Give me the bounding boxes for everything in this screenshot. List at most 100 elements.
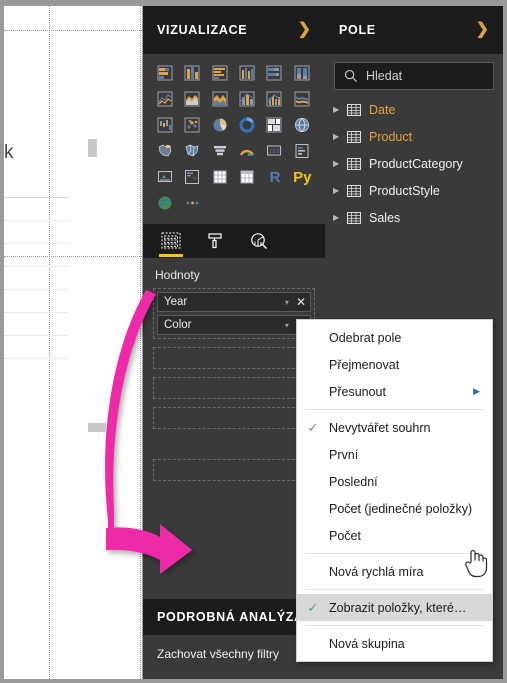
fields-table-list: ▶ Date ▶ Product ▶ ProductCategory ▶ Pro…: [325, 96, 503, 231]
menu-item-label: Počet (jedinečné položky): [329, 501, 473, 516]
field-table-productcategory[interactable]: ▶ ProductCategory: [325, 150, 503, 177]
chevron-right-icon[interactable]: ❯: [298, 22, 311, 38]
field-table-date[interactable]: ▶ Date: [325, 96, 503, 123]
viz-clustered-bar-chart[interactable]: [208, 62, 233, 84]
visual-resize-handle[interactable]: [88, 139, 97, 157]
field-table-productstyle[interactable]: ▶ ProductStyle: [325, 177, 503, 204]
viz-ribbon-chart[interactable]: [290, 88, 315, 110]
search-input[interactable]: Hledat: [334, 62, 494, 90]
viz-stacked-area-chart[interactable]: [208, 88, 233, 110]
viz-stacked-column-chart[interactable]: [180, 62, 205, 84]
viz-multi-row-card[interactable]: [290, 140, 315, 162]
visual-title: ní rok: [4, 142, 14, 163]
viz-r-script-visual[interactable]: R: [262, 166, 287, 188]
viz-area-chart[interactable]: [180, 88, 205, 110]
chevron-right-icon[interactable]: ▶: [333, 132, 347, 141]
menu-separator: [305, 553, 484, 554]
viz-filled-map[interactable]: [153, 140, 178, 162]
r-icon: R: [269, 168, 281, 186]
viz-line-chart[interactable]: [153, 88, 178, 110]
visualization-gallery: 123 R Py: [143, 54, 325, 220]
well-dropzone[interactable]: [153, 407, 315, 429]
menu-item-label: První: [329, 447, 359, 462]
viz-matrix[interactable]: [235, 166, 260, 188]
menu-item-last[interactable]: Poslední: [297, 468, 492, 495]
field-context-menu[interactable]: Odebrat pole Přejmenovat Přesunout ▶ ✓ N…: [296, 319, 493, 662]
viz-line-clustered-column-chart[interactable]: [262, 88, 287, 110]
chevron-right-icon[interactable]: ▶: [333, 159, 347, 168]
menu-item-rename[interactable]: Přejmenovat: [297, 351, 492, 378]
viz-table[interactable]: [208, 166, 233, 188]
viz-kpi[interactable]: [153, 166, 178, 188]
viz-stacked-bar-chart[interactable]: [153, 62, 178, 84]
table-icon: [347, 157, 361, 170]
field-table-product[interactable]: ▶ Product: [325, 123, 503, 150]
viz-funnel-chart[interactable]: [208, 140, 233, 162]
viz-donut-chart[interactable]: [235, 114, 260, 136]
search-icon: [344, 69, 358, 83]
table-row: d: [4, 267, 69, 290]
viz-gauge-chart[interactable]: [235, 140, 260, 162]
menu-item-count-distinct[interactable]: Počet (jedinečné položky): [297, 495, 492, 522]
viz-pct-stacked-bar-chart[interactable]: [262, 62, 287, 84]
viz-get-more-visuals[interactable]: [180, 192, 205, 214]
field-chip-year[interactable]: Year ▾ ✕: [157, 292, 311, 312]
remove-field-icon[interactable]: ✕: [296, 296, 306, 308]
keep-all-filters-label[interactable]: Zachovat všechny filtry: [157, 647, 279, 661]
menu-item-first[interactable]: První: [297, 441, 492, 468]
table-row: ue: [4, 290, 69, 313]
right-panes: VIZUALIZACE ❯ 123 R Py Hodnoty Year ▾ ✕ …: [143, 6, 503, 679]
well-dropzone[interactable]: [153, 377, 315, 399]
check-icon: ✓: [307, 600, 319, 615]
menu-item-move[interactable]: Přesunout ▶: [297, 378, 492, 405]
table-visual[interactable]: lor ue d ue d ue d ue: [4, 178, 69, 359]
table-icon: [347, 211, 361, 224]
format-tab[interactable]: [201, 225, 229, 257]
values-well[interactable]: Year ▾ ✕ Color ▾ ✕: [153, 288, 315, 339]
table-icon: [347, 130, 361, 143]
fields-pane-title: POLE: [339, 23, 376, 37]
viz-treemap[interactable]: [262, 114, 287, 136]
well-label-values: Hodnoty: [155, 268, 200, 282]
menu-item-do-not-summarize[interactable]: ✓ Nevytvářet souhrn: [297, 414, 492, 441]
viz-line-stacked-column-chart[interactable]: [235, 88, 260, 110]
chevron-down-icon[interactable]: ▾: [285, 298, 289, 307]
viz-arcgis-maps[interactable]: [153, 192, 178, 214]
viz-pct-stacked-column-chart[interactable]: [290, 62, 315, 84]
visual-resize-handle[interactable]: [88, 423, 106, 432]
viz-map[interactable]: [290, 114, 315, 136]
chevron-right-icon[interactable]: ▶: [333, 186, 347, 195]
chevron-down-icon[interactable]: ▾: [285, 321, 289, 330]
viz-slicer[interactable]: [180, 166, 205, 188]
chevron-right-icon[interactable]: ▶: [473, 387, 480, 396]
field-table-label: Product: [369, 129, 413, 144]
menu-item-remove-field[interactable]: Odebrat pole: [297, 324, 492, 351]
analytics-tab[interactable]: [245, 225, 273, 257]
menu-item-new-quick-measure[interactable]: Nová rychlá míra: [297, 558, 492, 585]
power-bi-window: ní rok lor ue d ue d ue d ue VIZUALIZACE…: [0, 0, 507, 683]
chevron-right-icon[interactable]: ▶: [333, 213, 347, 222]
viz-waterfall-chart[interactable]: [153, 114, 178, 136]
menu-item-new-group[interactable]: Nová skupina: [297, 630, 492, 657]
viz-pie-chart[interactable]: [208, 114, 233, 136]
field-table-label: ProductCategory: [369, 156, 463, 171]
report-canvas[interactable]: ní rok lor ue d ue d ue d ue: [4, 6, 142, 679]
viz-scatter-chart[interactable]: [180, 114, 205, 136]
viz-python-visual[interactable]: Py: [290, 166, 315, 188]
well-dropzone[interactable]: [153, 347, 315, 369]
menu-item-show-items-with-no-data[interactable]: ✓ Zobrazit položky, které…: [297, 594, 492, 621]
field-table-label: Date: [369, 102, 396, 117]
well-dropzone[interactable]: [153, 459, 315, 481]
field-table-sales[interactable]: ▶ Sales: [325, 204, 503, 231]
viz-shape-map[interactable]: [180, 140, 205, 162]
svg-text:123: 123: [269, 148, 281, 155]
viz-clustered-column-chart[interactable]: [235, 62, 260, 84]
field-chip-color[interactable]: Color ▾ ✕: [157, 315, 311, 335]
menu-item-count[interactable]: Počet: [297, 522, 492, 549]
chevron-right-icon[interactable]: ▶: [333, 105, 347, 114]
fields-tab[interactable]: [157, 225, 185, 257]
menu-item-label: Přesunout: [329, 384, 386, 399]
chevron-right-icon[interactable]: ❯: [476, 22, 489, 38]
viz-card[interactable]: 123: [262, 140, 287, 162]
drillthrough-title: PODROBNÁ ANALÝZA: [157, 610, 304, 624]
